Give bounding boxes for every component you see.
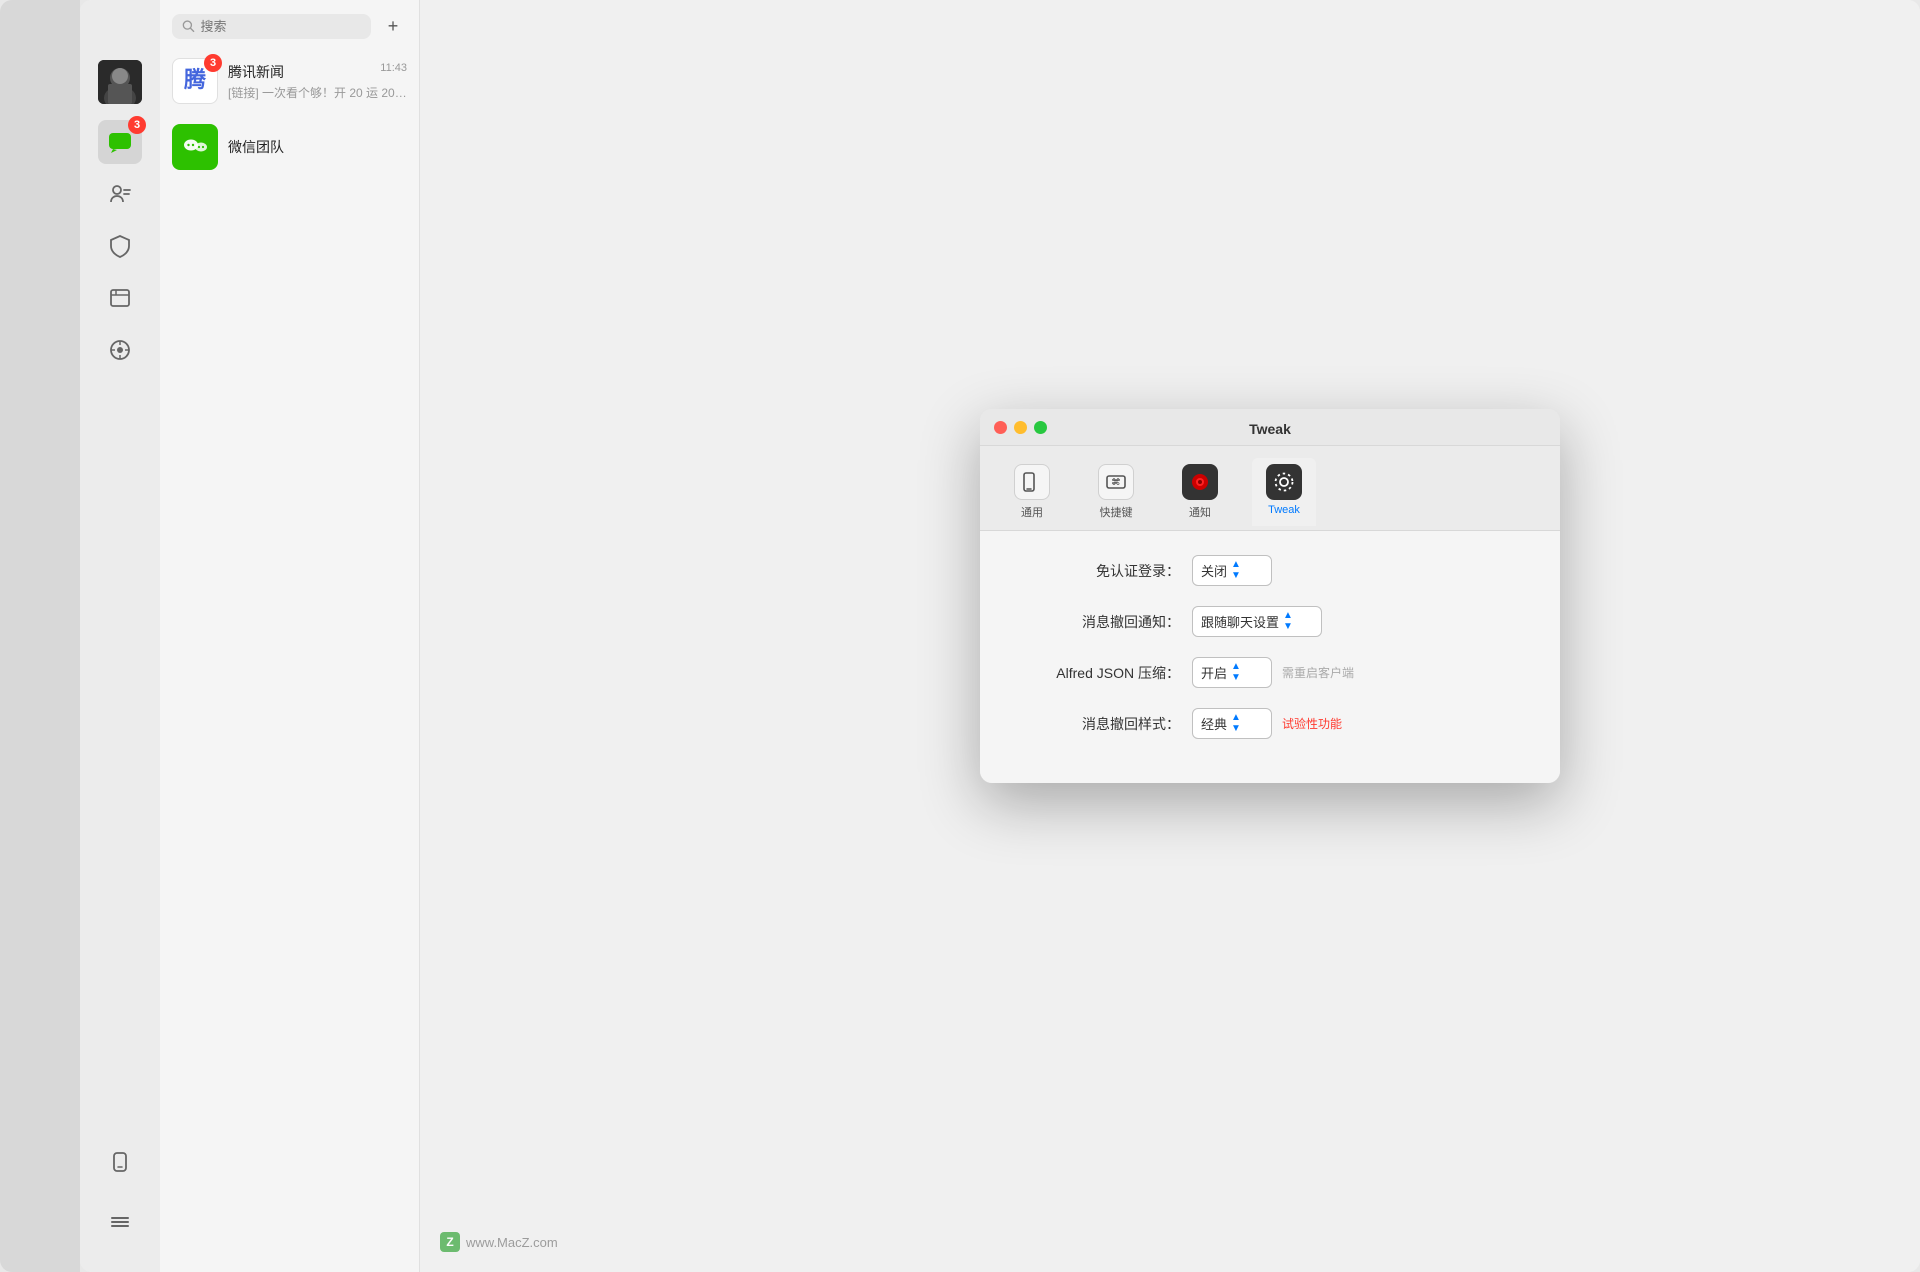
- sidebar-bottom: [98, 1140, 142, 1272]
- auth-value: 关闭: [1201, 561, 1227, 580]
- wechat-team-avatar: [172, 124, 218, 170]
- recall-style-hint: 试验性功能: [1282, 715, 1342, 732]
- dialog-titlebar: Tweak: [980, 409, 1560, 446]
- recall-notify-arrows: ▲ ▼: [1283, 611, 1293, 632]
- alfred-label: Alfred JSON 压缩：: [1020, 663, 1180, 683]
- alfred-hint: 需重启客户端: [1282, 664, 1354, 681]
- messages-badge: 3: [128, 116, 146, 134]
- sidebar-item-favorites[interactable]: [98, 224, 142, 268]
- wechat-team-name: 微信团队: [228, 137, 407, 157]
- chat-list-panel: + 腾 3 腾讯新闻 11:43 [链接] 一次看个够！开 20 运 20 ..…: [160, 0, 420, 1272]
- svg-text:腾: 腾: [184, 67, 207, 92]
- close-button[interactable]: [994, 421, 1007, 434]
- dialog-title: Tweak: [1249, 421, 1291, 437]
- alfred-control: 开启 ▲ ▼ 需重启客户端: [1192, 657, 1354, 688]
- alfred-arrows: ▲ ▼: [1231, 662, 1241, 683]
- setting-row-recall-notify: 消息撤回通知： 跟随聊天设置 ▲ ▼: [1020, 606, 1520, 637]
- recall-style-arrows: ▲ ▼: [1231, 713, 1241, 734]
- wechat-team-info: 微信团队: [228, 137, 407, 157]
- tab-notification-icon: [1182, 464, 1218, 500]
- tab-general[interactable]: 通用: [1000, 458, 1064, 530]
- recall-notify-control: 跟随聊天设置 ▲ ▼: [1192, 606, 1322, 637]
- app-window: 3: [80, 0, 1920, 1272]
- tab-notification[interactable]: 通知: [1168, 458, 1232, 530]
- minimize-button[interactable]: [1014, 421, 1027, 434]
- recall-style-value: 经典: [1201, 714, 1227, 733]
- setting-row-recall-style: 消息撤回样式： 经典 ▲ ▼ 试验性功能: [1020, 708, 1520, 739]
- svg-text:⌘: ⌘: [1112, 477, 1121, 487]
- sidebar-item-contacts[interactable]: [98, 172, 142, 216]
- auth-select[interactable]: 关闭 ▲ ▼: [1192, 555, 1272, 586]
- sidebar-item-menu[interactable]: [98, 1200, 142, 1244]
- tencent-news-info: 腾讯新闻 11:43 [链接] 一次看个够！开 20 运 20 ...: [228, 62, 407, 101]
- add-chat-button[interactable]: +: [379, 12, 407, 40]
- traffic-lights: [994, 421, 1047, 434]
- search-box[interactable]: [172, 14, 371, 39]
- avatar[interactable]: [98, 60, 142, 104]
- watermark-url: www.MacZ.com: [466, 1235, 558, 1250]
- sidebar-icons: 3: [80, 0, 160, 1272]
- sidebar-item-messages[interactable]: 3: [98, 120, 142, 164]
- tab-general-icon: [1014, 464, 1050, 500]
- auth-label: 免认证登录：: [1020, 561, 1180, 581]
- tencent-news-name: 腾讯新闻 11:43: [228, 62, 407, 82]
- recall-style-label: 消息撤回样式：: [1020, 714, 1180, 734]
- tab-notification-label: 通知: [1189, 504, 1211, 520]
- tencent-news-preview: [链接] 一次看个够！开 20 运 20 ...: [228, 84, 407, 101]
- sidebar-item-files[interactable]: [98, 276, 142, 320]
- recall-notify-value: 跟随聊天设置: [1201, 612, 1279, 631]
- main-content: Tweak 通用: [420, 0, 1920, 1272]
- tencent-news-badge: 3: [204, 54, 222, 72]
- tab-tweak[interactable]: Tweak: [1252, 458, 1316, 526]
- alfred-value: 开启: [1201, 663, 1227, 682]
- recall-style-control: 经典 ▲ ▼ 试验性功能: [1192, 708, 1342, 739]
- tab-shortcut-icon: ⌘: [1098, 464, 1134, 500]
- chat-item-tencent-news[interactable]: 腾 3 腾讯新闻 11:43 [链接] 一次看个够！开 20 运 20 ...: [160, 48, 419, 114]
- alfred-select[interactable]: 开启 ▲ ▼: [1192, 657, 1272, 688]
- dialog-content: 免认证登录： 关闭 ▲ ▼: [980, 531, 1560, 783]
- recall-notify-select[interactable]: 跟随聊天设置 ▲ ▼: [1192, 606, 1322, 637]
- watermark-logo: Z: [440, 1232, 460, 1252]
- tab-shortcut[interactable]: ⌘ 快捷键: [1084, 458, 1148, 530]
- tweak-dialog: Tweak 通用: [980, 409, 1560, 783]
- setting-row-alfred: Alfred JSON 压缩： 开启 ▲ ▼ 需重启客户端: [1020, 657, 1520, 688]
- tab-tweak-icon: [1266, 464, 1302, 500]
- sidebar-item-moments[interactable]: [98, 328, 142, 372]
- tab-shortcut-label: 快捷键: [1100, 504, 1133, 520]
- chat-item-wechat-team[interactable]: 微信团队: [160, 114, 419, 180]
- search-icon: [182, 19, 195, 33]
- tab-tweak-label: Tweak: [1268, 504, 1300, 516]
- watermark: Z www.MacZ.com: [440, 1232, 558, 1252]
- wechat-icon: [180, 132, 210, 162]
- maximize-button[interactable]: [1034, 421, 1047, 434]
- auth-control: 关闭 ▲ ▼: [1192, 555, 1272, 586]
- tencent-news-time: 11:43: [380, 62, 407, 82]
- auth-arrows: ▲ ▼: [1231, 560, 1241, 581]
- tab-bar: 通用 ⌘ 快捷键: [980, 446, 1560, 531]
- setting-row-auth: 免认证登录： 关闭 ▲ ▼: [1020, 555, 1520, 586]
- sidebar-item-phone[interactable]: [98, 1140, 142, 1184]
- dialog-overlay: Tweak 通用: [420, 0, 1920, 1272]
- recall-notify-label: 消息撤回通知：: [1020, 612, 1180, 632]
- tencent-news-avatar: 腾 3: [172, 58, 218, 104]
- search-input[interactable]: [201, 19, 361, 34]
- chat-list-header: +: [160, 0, 419, 48]
- recall-style-select[interactable]: 经典 ▲ ▼: [1192, 708, 1272, 739]
- tab-general-label: 通用: [1021, 504, 1043, 520]
